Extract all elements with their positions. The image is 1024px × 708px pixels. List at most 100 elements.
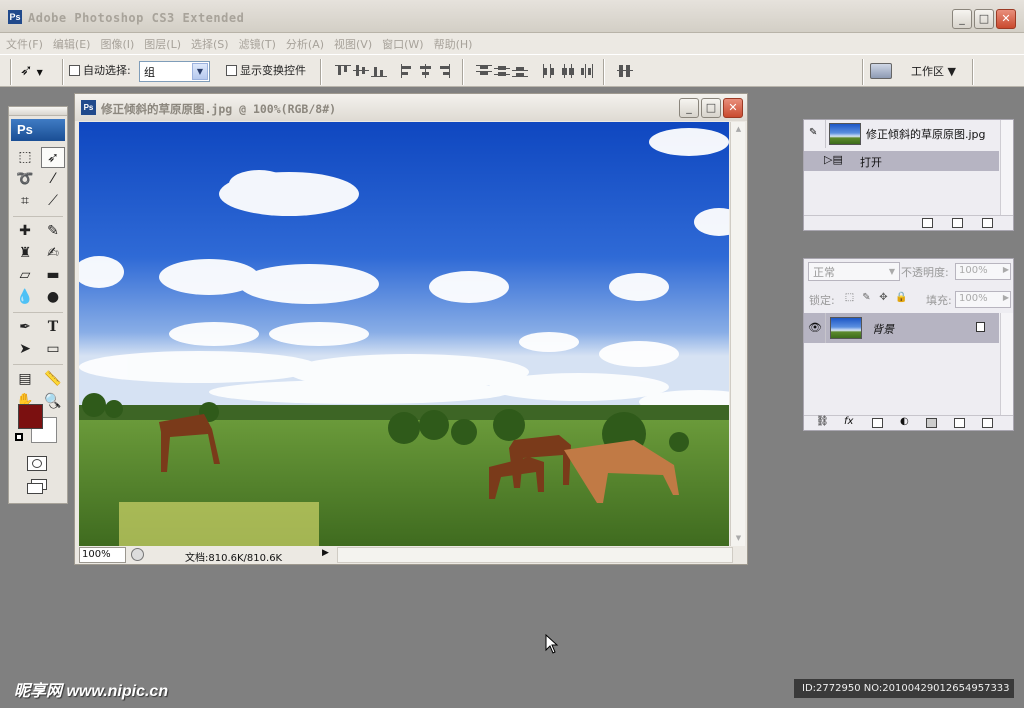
- zoom-field[interactable]: 100%: [79, 547, 126, 563]
- folder-icon[interactable]: [926, 418, 937, 428]
- history-snapshot-row[interactable]: ✎ 修正倾斜的草原原图.jpg: [804, 120, 1013, 148]
- blur-tool-icon[interactable]: 💧: [13, 287, 37, 308]
- notes-tool-icon[interactable]: ▤: [13, 369, 37, 390]
- photoshop-logo-icon: Ps: [8, 10, 22, 24]
- distribute-right-icon[interactable]: [578, 64, 594, 78]
- menu-edit[interactable]: 编辑(E): [53, 36, 91, 52]
- new-layer-icon[interactable]: [954, 418, 965, 428]
- adjustment-layer-icon[interactable]: ◐: [900, 416, 909, 427]
- menu-view[interactable]: 视图(V): [334, 36, 372, 52]
- lasso-tool-icon[interactable]: ➰: [13, 169, 37, 190]
- show-transform-checkbox[interactable]: 显示变换控件: [226, 62, 306, 78]
- workspace-button[interactable]: 工作区 ▼: [911, 63, 956, 79]
- trash-icon[interactable]: [982, 418, 993, 428]
- gradient-tool-icon[interactable]: ▬: [41, 265, 65, 286]
- ruler-tool-icon[interactable]: 📏: [41, 369, 65, 390]
- status-arrow-icon[interactable]: ▶: [322, 548, 329, 558]
- new-document-from-state-icon[interactable]: [922, 218, 933, 228]
- auto-select-checkbox[interactable]: 自动选择:: [69, 62, 131, 78]
- brush-tool-icon[interactable]: ✎: [41, 221, 65, 242]
- maximize-button[interactable]: □: [974, 9, 994, 29]
- menu-select[interactable]: 选择(S): [191, 36, 229, 52]
- link-layers-icon[interactable]: ⛓: [816, 416, 829, 427]
- close-button[interactable]: ✕: [996, 9, 1016, 29]
- screen-mode-icon[interactable]: [27, 479, 49, 495]
- align-left-icon[interactable]: [400, 64, 416, 78]
- minimize-button[interactable]: _: [952, 9, 972, 29]
- layer-visibility-cell[interactable]: 👁: [804, 313, 826, 343]
- lock-position-icon[interactable]: ✥: [878, 292, 889, 303]
- pen-tool-icon[interactable]: ✒: [13, 317, 37, 338]
- align-horizontal-center-icon[interactable]: [418, 64, 434, 78]
- chevron-down-icon: ▼: [192, 63, 208, 80]
- move-tool-preset-icon[interactable]: ➶ ▼: [20, 61, 43, 79]
- blend-mode-dropdown[interactable]: 正常 ▼: [808, 262, 900, 281]
- toolbox-header[interactable]: [9, 107, 67, 116]
- menu-filter[interactable]: 滤镜(T): [239, 36, 276, 52]
- menu-file[interactable]: 文件(F): [6, 36, 43, 52]
- history-brush-tool-icon[interactable]: ✍: [41, 243, 65, 264]
- eye-icon[interactable]: 👁: [808, 321, 822, 334]
- horizontal-scrollbar[interactable]: [337, 547, 733, 563]
- healing-brush-tool-icon[interactable]: ✚: [13, 221, 37, 242]
- toolbox: Ps ⬚ ➶ ➰ ⁄ ⌗ ⟋ ✚ ✎ ♜ ✍ ▱ ▬ 💧 ● ✒ T ➤ ▭ ▤…: [8, 106, 68, 504]
- document-title-bar[interactable]: Ps 修正倾斜的草原原图.jpg @ 100%(RGB/8#) _ □ ✕: [75, 94, 747, 121]
- align-vertical-center-icon[interactable]: [353, 64, 369, 78]
- fill-field[interactable]: 100% ▶: [955, 291, 1011, 308]
- doc-maximize-button[interactable]: □: [701, 98, 721, 118]
- path-selection-tool-icon[interactable]: ➤: [13, 339, 37, 360]
- marquee-tool-icon[interactable]: ⬚: [13, 147, 37, 168]
- layer-mask-icon[interactable]: [872, 418, 883, 428]
- history-step-open[interactable]: ▷▤ 打开: [804, 151, 999, 171]
- options-divider: [10, 59, 12, 85]
- move-tool-icon[interactable]: ➶: [41, 147, 65, 168]
- shape-tool-icon[interactable]: ▭: [41, 339, 65, 360]
- status-menu-icon[interactable]: [131, 548, 144, 561]
- history-scrollbar[interactable]: [1000, 120, 1013, 216]
- layer-style-icon[interactable]: fx: [844, 416, 853, 427]
- auto-align-layers-icon[interactable]: [617, 64, 633, 78]
- layer-row-background[interactable]: 👁 背景: [804, 313, 999, 343]
- default-colors-icon[interactable]: [15, 433, 23, 441]
- history-brush-source-cell: ✎: [804, 120, 826, 148]
- distribute-vertical-center-icon[interactable]: [494, 64, 510, 78]
- bridge-icon[interactable]: [870, 63, 892, 79]
- type-tool-icon[interactable]: T: [41, 317, 65, 338]
- align-bottom-icon[interactable]: [371, 64, 387, 78]
- menu-image[interactable]: 图像(I): [100, 36, 134, 52]
- menu-analysis[interactable]: 分析(A): [286, 36, 324, 52]
- distribute-bottom-icon[interactable]: [512, 64, 528, 78]
- opacity-field[interactable]: 100% ▶: [955, 263, 1011, 280]
- quick-mask-icon[interactable]: [27, 456, 47, 471]
- align-top-icon[interactable]: [335, 64, 351, 78]
- menu-window[interactable]: 窗口(W): [382, 36, 423, 52]
- distribute-left-icon[interactable]: [542, 64, 558, 78]
- eraser-tool-icon[interactable]: ▱: [13, 265, 37, 286]
- distribute-top-icon[interactable]: [476, 64, 492, 78]
- vertical-scrollbar[interactable]: ▲ ▼: [730, 122, 745, 546]
- menu-help[interactable]: 帮助(H): [434, 36, 473, 52]
- doc-close-button[interactable]: ✕: [723, 98, 743, 118]
- new-snapshot-icon[interactable]: [952, 218, 963, 228]
- lock-transparent-icon[interactable]: ⬚: [844, 292, 855, 303]
- lock-image-icon[interactable]: ✎: [861, 292, 872, 303]
- document-canvas[interactable]: [79, 122, 729, 546]
- swap-colors-icon[interactable]: ⤻: [49, 401, 60, 412]
- auto-select-dropdown[interactable]: 组 ▼: [139, 61, 210, 82]
- distribute-horizontal-center-icon[interactable]: [560, 64, 576, 78]
- magic-wand-tool-icon[interactable]: ⁄: [41, 169, 65, 190]
- snapshot-label: 修正倾斜的草原原图.jpg: [866, 128, 986, 141]
- eyedropper-tool-icon[interactable]: ⟋: [41, 191, 65, 212]
- layers-scrollbar[interactable]: [1000, 313, 1013, 415]
- align-right-icon[interactable]: [436, 64, 452, 78]
- scroll-up-icon[interactable]: ▲: [733, 124, 744, 135]
- dodge-tool-icon[interactable]: ●: [41, 287, 65, 308]
- lock-all-icon[interactable]: 🔒: [895, 292, 907, 303]
- trash-icon[interactable]: [982, 218, 993, 228]
- foreground-color-swatch[interactable]: [18, 404, 43, 429]
- crop-tool-icon[interactable]: ⌗: [13, 191, 37, 212]
- clone-stamp-tool-icon[interactable]: ♜: [13, 243, 37, 264]
- doc-minimize-button[interactable]: _: [679, 98, 699, 118]
- menu-layer[interactable]: 图层(L): [144, 36, 181, 52]
- scroll-down-icon[interactable]: ▼: [733, 533, 744, 544]
